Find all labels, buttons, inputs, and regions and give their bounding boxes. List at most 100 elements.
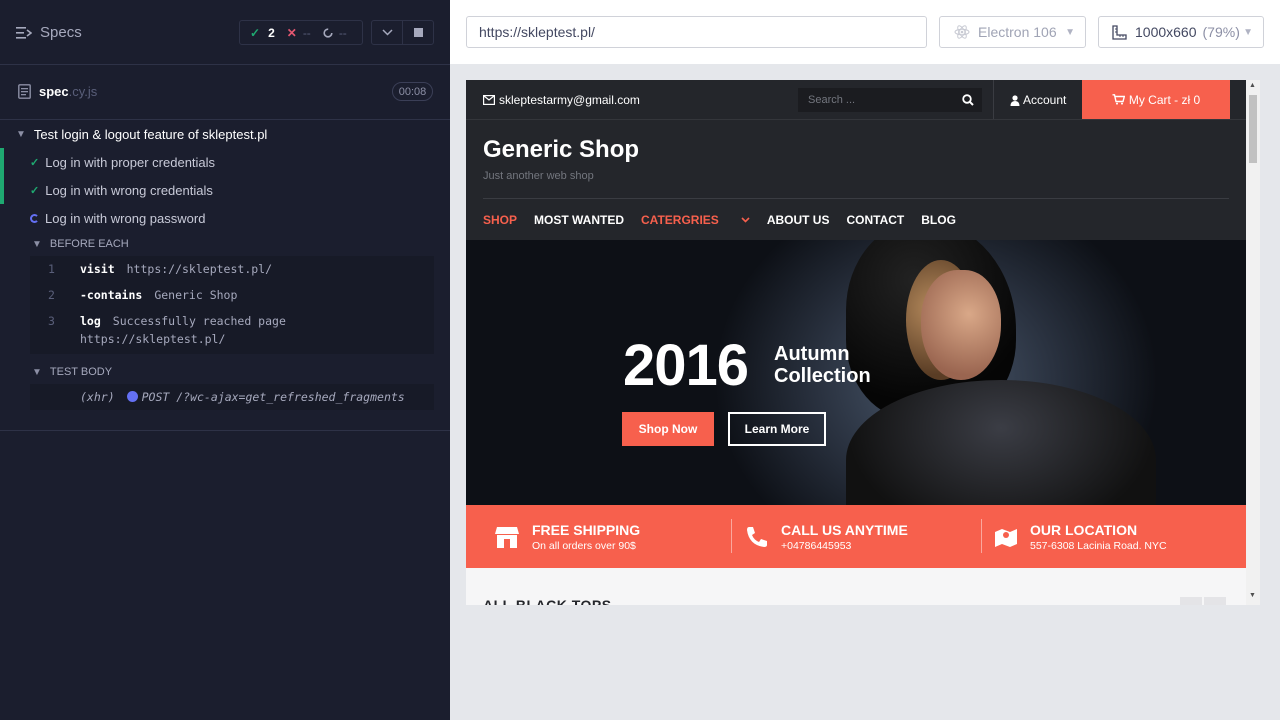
reporter-divider (0, 430, 450, 431)
page-scrollbar[interactable]: ▲ ▼ (1246, 80, 1260, 605)
test-body-hook[interactable]: ▼ TEST BODY (0, 360, 450, 384)
browser-selector[interactable]: Electron 106 ▼ (939, 16, 1086, 48)
account-label: Account (1023, 93, 1067, 107)
command-row[interactable]: 3 log Successfully reached page https://s… (30, 308, 434, 354)
test-item-running[interactable]: Log in with wrong password (0, 204, 450, 232)
reporter-header: Specs ✓ 2 ✕ -- -- (0, 0, 450, 65)
suite-title-text: Test login & logout feature of skleptest… (33, 126, 268, 142)
scroll-up-icon[interactable]: ▲ (1249, 82, 1256, 89)
site-logo[interactable]: Generic Shop (483, 136, 639, 164)
reporter-panel: Specs ✓ 2 ✕ -- -- spec .cy.js 00:08 ▼ Te… (0, 0, 450, 720)
stop-button[interactable] (402, 21, 433, 44)
email-link[interactable]: skleptestarmy@gmail.com (483, 93, 640, 107)
hero-line1: Autumn (774, 343, 850, 365)
expand-collapse-button[interactable] (372, 21, 402, 44)
passed-check-icon: ✓ (250, 25, 261, 40)
running-spinner-icon (30, 213, 39, 223)
passed-count: 2 (268, 25, 275, 40)
command-name: visit (80, 262, 115, 276)
specs-toggle[interactable]: Specs (16, 24, 82, 41)
shop-page: skleptestarmy@gmail.com Search ... Accou… (466, 80, 1246, 605)
info-subtitle: 557-6308 Lacinia Road. NYC (1030, 539, 1167, 552)
suite-title[interactable]: ▼ Test login & logout feature of sklepte… (0, 120, 450, 148)
pending-circle-icon (323, 27, 333, 38)
test-item[interactable]: ✓ Log in with proper credentials (0, 148, 450, 176)
command-row[interactable]: 1 visit https://skleptest.pl/ (30, 256, 434, 282)
info-shipping: FREE SHIPPING On all orders over 90$ (494, 505, 640, 568)
chevron-down-icon (741, 217, 750, 223)
nav-blog[interactable]: BLOG (921, 213, 956, 227)
nav-most-wanted[interactable]: MOST WANTED (534, 213, 624, 227)
cart-icon (1112, 94, 1125, 105)
learn-more-button[interactable]: Learn More (728, 412, 826, 446)
carousel-prev-button[interactable] (1180, 597, 1202, 605)
file-icon (18, 84, 31, 99)
map-icon (995, 528, 1017, 547)
spec-file-link[interactable]: spec .cy.js (18, 84, 97, 99)
shop-search-input[interactable]: Search ... (798, 88, 982, 112)
aut-header: https://skleptest.pl/ Electron 106 ▼ 100… (450, 0, 1280, 64)
info-title: FREE SHIPPING (532, 521, 641, 538)
hero-line2: Collection (774, 365, 871, 387)
electron-icon (954, 25, 970, 39)
spec-duration-badge: 00:08 (392, 82, 433, 101)
chevron-down-icon (381, 29, 393, 36)
command-row[interactable]: 2 -contains Generic Shop (30, 282, 434, 308)
chevron-down-icon: ▼ (1065, 26, 1075, 38)
info-subtitle: On all orders over 90$ (532, 539, 636, 552)
command-list: (xhr) POST /?wc-ajax=get_refreshed_fragm… (30, 384, 434, 410)
info-subtitle: +04786445953 (781, 539, 852, 552)
command-number: 3 (48, 314, 55, 328)
chevron-down-icon: ▼ (1243, 26, 1253, 38)
nav-shop[interactable]: SHOP (483, 213, 517, 227)
command-message: Generic Shop (154, 288, 238, 302)
shop-header: Generic Shop Just another web shop SHOP … (466, 119, 1246, 240)
test-label: Log in with wrong credentials (45, 182, 213, 198)
command-message: https://skleptest.pl/ (126, 262, 273, 276)
caret-down-icon: ▼ (32, 366, 42, 378)
failed-count: -- (302, 25, 311, 40)
pending-dot-icon (126, 391, 138, 402)
info-title: CALL US ANYTIME (781, 521, 908, 538)
search-icon[interactable] (962, 94, 974, 106)
viewport-info[interactable]: 1000x660 (79%) ▼ (1098, 16, 1264, 48)
divider (981, 519, 982, 553)
scroll-thumb[interactable] (1249, 95, 1257, 163)
carousel-next-button[interactable] (1204, 597, 1226, 605)
hero-collection-title: Autumn Collection (774, 343, 871, 387)
caret-down-icon: ▼ (32, 238, 42, 250)
pending-count: -- (338, 25, 347, 40)
runner-controls (371, 20, 434, 45)
before-each-hook[interactable]: ▼ BEFORE EACH (0, 232, 450, 256)
spec-file-ext: .cy.js (68, 84, 98, 99)
cart-button[interactable]: My Cart - zł 0 (1082, 80, 1230, 119)
command-list: 1 visit https://skleptest.pl/ 2 -contain… (30, 256, 434, 354)
xhr-url: POST /?wc-ajax=get_refreshed_fragments (141, 390, 405, 404)
test-stats: ✓ 2 ✕ -- -- (239, 20, 363, 45)
spec-file-row: spec .cy.js (0, 65, 450, 120)
search-placeholder: Search ... (808, 94, 856, 106)
xhr-command-row[interactable]: (xhr) POST /?wc-ajax=get_refreshed_fragm… (30, 384, 434, 410)
nav-categories[interactable]: CATERGRIES (641, 213, 750, 227)
command-number: 2 (48, 288, 55, 302)
shop-now-button[interactable]: Shop Now (622, 412, 714, 446)
aut-iframe: skleptestarmy@gmail.com Search ... Accou… (466, 80, 1260, 605)
nav-contact[interactable]: CONTACT (846, 213, 904, 227)
divider (731, 519, 732, 553)
account-link[interactable]: Account (1010, 93, 1066, 107)
url-bar[interactable]: https://skleptest.pl/ (466, 16, 927, 48)
specs-menu-icon (16, 26, 32, 39)
user-icon (1010, 94, 1020, 106)
failed-x-icon: ✕ (286, 25, 297, 40)
nav-about-us[interactable]: ABOUT US (767, 213, 830, 227)
hook-label: BEFORE EACH (49, 238, 129, 250)
caret-down-icon: ▼ (16, 128, 26, 140)
email-text: skleptestarmy@gmail.com (499, 93, 640, 107)
info-title: OUR LOCATION (1030, 521, 1138, 538)
test-item[interactable]: ✓ Log in with wrong credentials (0, 176, 450, 204)
scroll-down-icon[interactable]: ▼ (1249, 592, 1256, 599)
site-tagline: Just another web shop (483, 170, 594, 182)
stop-icon (413, 28, 423, 37)
info-location: OUR LOCATION 557-6308 Lacinia Road. NYC (994, 505, 1167, 568)
command-message-continued: https://skleptest.pl/ (80, 332, 226, 346)
